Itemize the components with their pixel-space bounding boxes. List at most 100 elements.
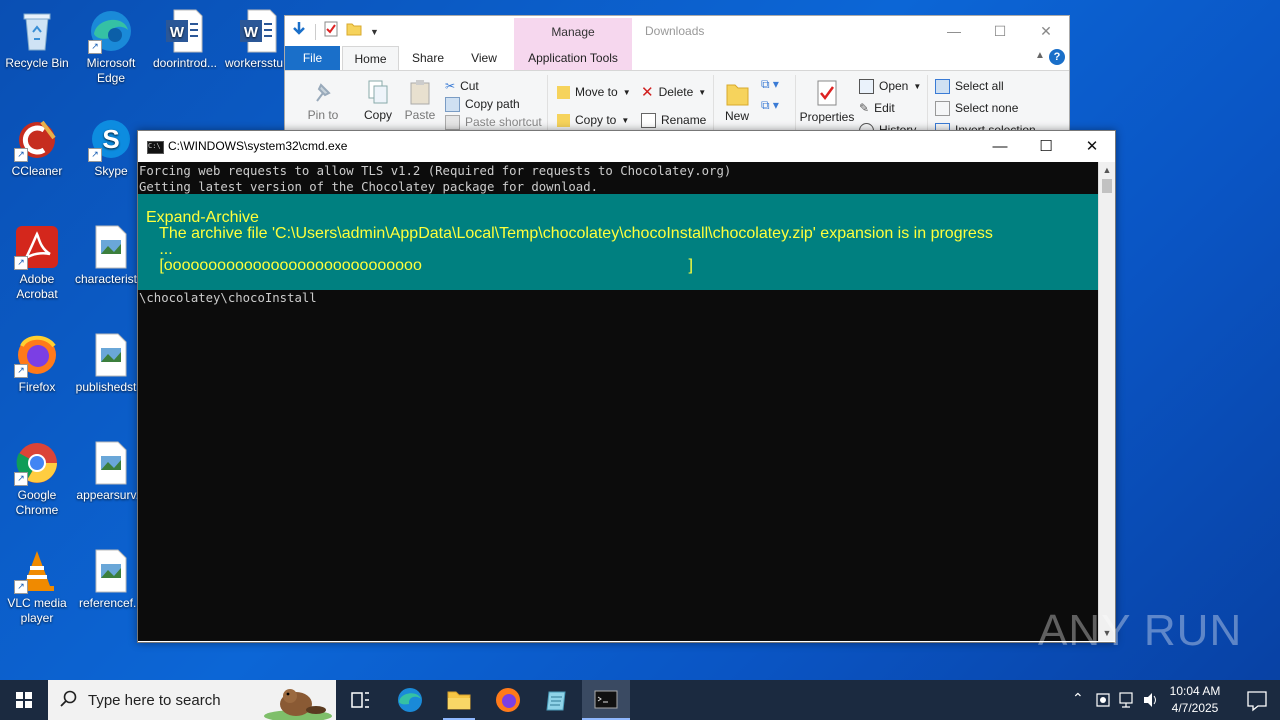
tab-file[interactable]: File	[285, 46, 340, 70]
maximize-icon[interactable]: ☐	[1023, 131, 1069, 162]
move-folder-icon	[557, 85, 570, 99]
maximize-icon[interactable]: ☐	[977, 16, 1023, 46]
taskbar-clock[interactable]: 10:04 AM 4/7/2025	[1160, 683, 1230, 717]
defender-icon	[1096, 693, 1110, 707]
desktop-icon-microsoft-edge[interactable]: ↗ Microsoft Edge	[74, 8, 148, 86]
console-line: \chocolatey\chocoInstall	[139, 291, 317, 305]
scroll-up-icon[interactable]: ▲	[1099, 162, 1115, 178]
image-file-icon	[88, 224, 134, 270]
desktop-icon-word-doc[interactable]: W doorintrod...	[148, 8, 222, 71]
explorer-titlebar[interactable]: ▼ Manage Downloads — ☐ ✕	[285, 16, 1069, 46]
cut-button[interactable]: ✂ Cut	[445, 77, 542, 95]
dropdown-icon: ▼	[698, 87, 707, 97]
desktop-icon-google-chrome[interactable]: ↗ Google Chrome	[0, 440, 74, 518]
progress-bar: [ooooooooooooooooooooooooooooo ]	[146, 257, 693, 274]
desktop-icon-label: Microsoft Edge	[86, 56, 136, 85]
tray-volume-icon[interactable]	[1142, 680, 1160, 720]
move-to-label: Move to	[575, 85, 618, 99]
copy-path-button[interactable]: Copy path	[445, 95, 542, 113]
pin-icon	[291, 79, 355, 108]
chrome-icon: ↗	[14, 440, 60, 486]
dropdown-icon: ▼	[913, 81, 922, 91]
tab-application-tools[interactable]: Application Tools	[514, 46, 632, 70]
tab-view[interactable]: View	[461, 46, 507, 70]
close-icon[interactable]: ✕	[1069, 131, 1115, 162]
download-arrow-icon[interactable]	[291, 21, 307, 42]
copy-folder-icon	[557, 113, 570, 127]
select-all-button[interactable]: Select all	[935, 77, 1036, 95]
clipboard-icon	[403, 79, 437, 108]
new-folder-button[interactable]: New folder	[719, 79, 755, 123]
taskbar-edge[interactable]	[386, 680, 434, 720]
search-placeholder: Type here to search	[88, 692, 221, 709]
properties-icon	[799, 79, 855, 110]
edge-icon: ↗	[88, 8, 134, 54]
tray-security-icon[interactable]	[1094, 680, 1112, 720]
help-icon[interactable]: ?	[1049, 49, 1065, 65]
close-icon[interactable]: ✕	[1023, 16, 1069, 46]
taskbar-file-explorer[interactable]	[435, 680, 483, 720]
progress-ellipsis: ...	[146, 241, 173, 258]
file-explorer-window[interactable]: ▼ Manage Downloads — ☐ ✕ File Home Share…	[284, 15, 1070, 147]
speaker-icon	[1144, 693, 1156, 707]
windows-logo-icon	[16, 692, 32, 708]
copy-button[interactable]: Copy	[361, 79, 395, 122]
console-scrollbar[interactable]: ▲ ▼	[1098, 162, 1115, 641]
move-to-button[interactable]: Move to ▼	[557, 83, 631, 101]
desktop-icon-label: Firefox	[18, 380, 56, 394]
paste-shortcut-button[interactable]: Paste shortcut	[445, 113, 542, 131]
taskbar-search-box[interactable]: Type here to search	[48, 680, 336, 720]
desktop-icon-recycle-bin[interactable]: Recycle Bin	[0, 8, 74, 71]
open-icon	[859, 78, 874, 94]
minimize-icon[interactable]: —	[931, 16, 977, 46]
taskbar-notepad[interactable]	[533, 680, 581, 720]
easy-access-icon[interactable]: ⧉ ▾	[761, 98, 779, 113]
rename-button[interactable]: Rename	[641, 111, 706, 129]
copy-path-icon	[445, 96, 460, 112]
cmd-icon: C:\	[147, 141, 164, 154]
copy-path-label: Copy path	[465, 97, 520, 111]
delete-button[interactable]: ✕ Delete ▼	[641, 83, 706, 101]
tab-share[interactable]: Share	[405, 46, 451, 70]
scrollbar-thumb[interactable]	[1102, 179, 1112, 193]
recycle-bin-icon	[14, 8, 60, 54]
collapse-ribbon-icon[interactable]: ▲	[1035, 50, 1045, 61]
action-center-button[interactable]	[1234, 680, 1280, 720]
explorer-window-controls: — ☐ ✕	[931, 16, 1069, 46]
open-button[interactable]: Open ▼	[859, 77, 921, 95]
desktop-icon-firefox[interactable]: ↗ Firefox	[0, 332, 74, 395]
copy-to-button[interactable]: Copy to ▼	[557, 111, 631, 129]
properties-label: Properties	[799, 110, 855, 124]
cmd-titlebar[interactable]: C:\ C:\WINDOWS\system32\cmd.exe — ☐ ✕	[138, 131, 1115, 162]
console-line: Getting latest version of the Chocolatey…	[139, 180, 599, 194]
progress-activity: Expand-Archive	[146, 209, 259, 226]
properties-check-icon[interactable]	[324, 21, 338, 42]
shortcut-arrow-icon: ↗	[14, 148, 28, 162]
divider	[315, 23, 316, 40]
organize-group: Move to ▼ Copy to ▼	[557, 83, 631, 129]
desktop-icon-vlc[interactable]: ↗ VLC media player	[0, 548, 74, 626]
new-folder-icon[interactable]	[346, 21, 362, 42]
desktop-icon-adobe-acrobat[interactable]: ↗ Adobe Acrobat	[0, 224, 74, 302]
taskbar-firefox[interactable]	[484, 680, 532, 720]
network-icon	[1119, 692, 1133, 708]
pin-to-quick-access-button[interactable]: Pin to Quick access	[291, 79, 355, 123]
select-none-button[interactable]: Select none	[935, 99, 1036, 117]
edit-button[interactable]: ✎ Edit	[859, 99, 921, 117]
customize-dropdown-icon[interactable]: ▼	[370, 27, 379, 37]
start-button[interactable]	[0, 680, 48, 720]
task-view-button[interactable]	[336, 680, 384, 720]
new-item-icon[interactable]: ⧉ ▾	[761, 77, 779, 92]
image-file-icon	[88, 440, 134, 486]
rename-icon	[641, 112, 656, 128]
taskbar-cmd[interactable]	[582, 680, 630, 720]
properties-button[interactable]: Properties	[799, 79, 855, 124]
desktop-icon-ccleaner[interactable]: ↗ CCleaner	[0, 116, 74, 179]
tab-home[interactable]: Home	[342, 46, 399, 71]
minimize-icon[interactable]: —	[977, 131, 1023, 162]
manage-context-tab[interactable]: Manage	[514, 18, 632, 46]
progress-panel: Expand-Archive The archive file 'C:\User…	[138, 194, 1099, 290]
paste-button[interactable]: Paste	[403, 79, 437, 122]
cmd-window[interactable]: C:\ C:\WINDOWS\system32\cmd.exe — ☐ ✕ Fo…	[137, 130, 1116, 643]
tray-network-icon[interactable]	[1118, 680, 1136, 720]
